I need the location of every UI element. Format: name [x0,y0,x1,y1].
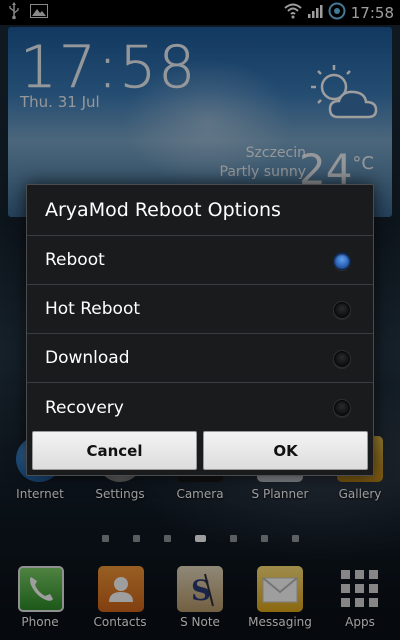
option-reboot[interactable]: Reboot [27,236,373,285]
option-label: Reboot [45,250,105,270]
ok-button[interactable]: OK [203,431,368,470]
dialog-title: AryaMod Reboot Options [27,185,373,236]
radio-unselected-icon[interactable] [333,350,351,368]
option-download[interactable]: Download [27,334,373,383]
option-label: Hot Reboot [45,299,141,319]
cancel-button[interactable]: Cancel [32,431,197,470]
radio-unselected-icon[interactable] [333,399,351,417]
dialog-button-bar: Cancel OK [27,428,373,475]
radio-unselected-icon[interactable] [333,301,351,319]
radio-selected-icon[interactable] [333,252,351,270]
option-hot-reboot[interactable]: Hot Reboot [27,285,373,334]
option-label: Download [45,348,130,368]
reboot-options-dialog: AryaMod Reboot Options Reboot Hot Reboot… [26,184,374,476]
option-label: Recovery [45,397,124,418]
option-recovery[interactable]: Recovery [27,383,373,432]
